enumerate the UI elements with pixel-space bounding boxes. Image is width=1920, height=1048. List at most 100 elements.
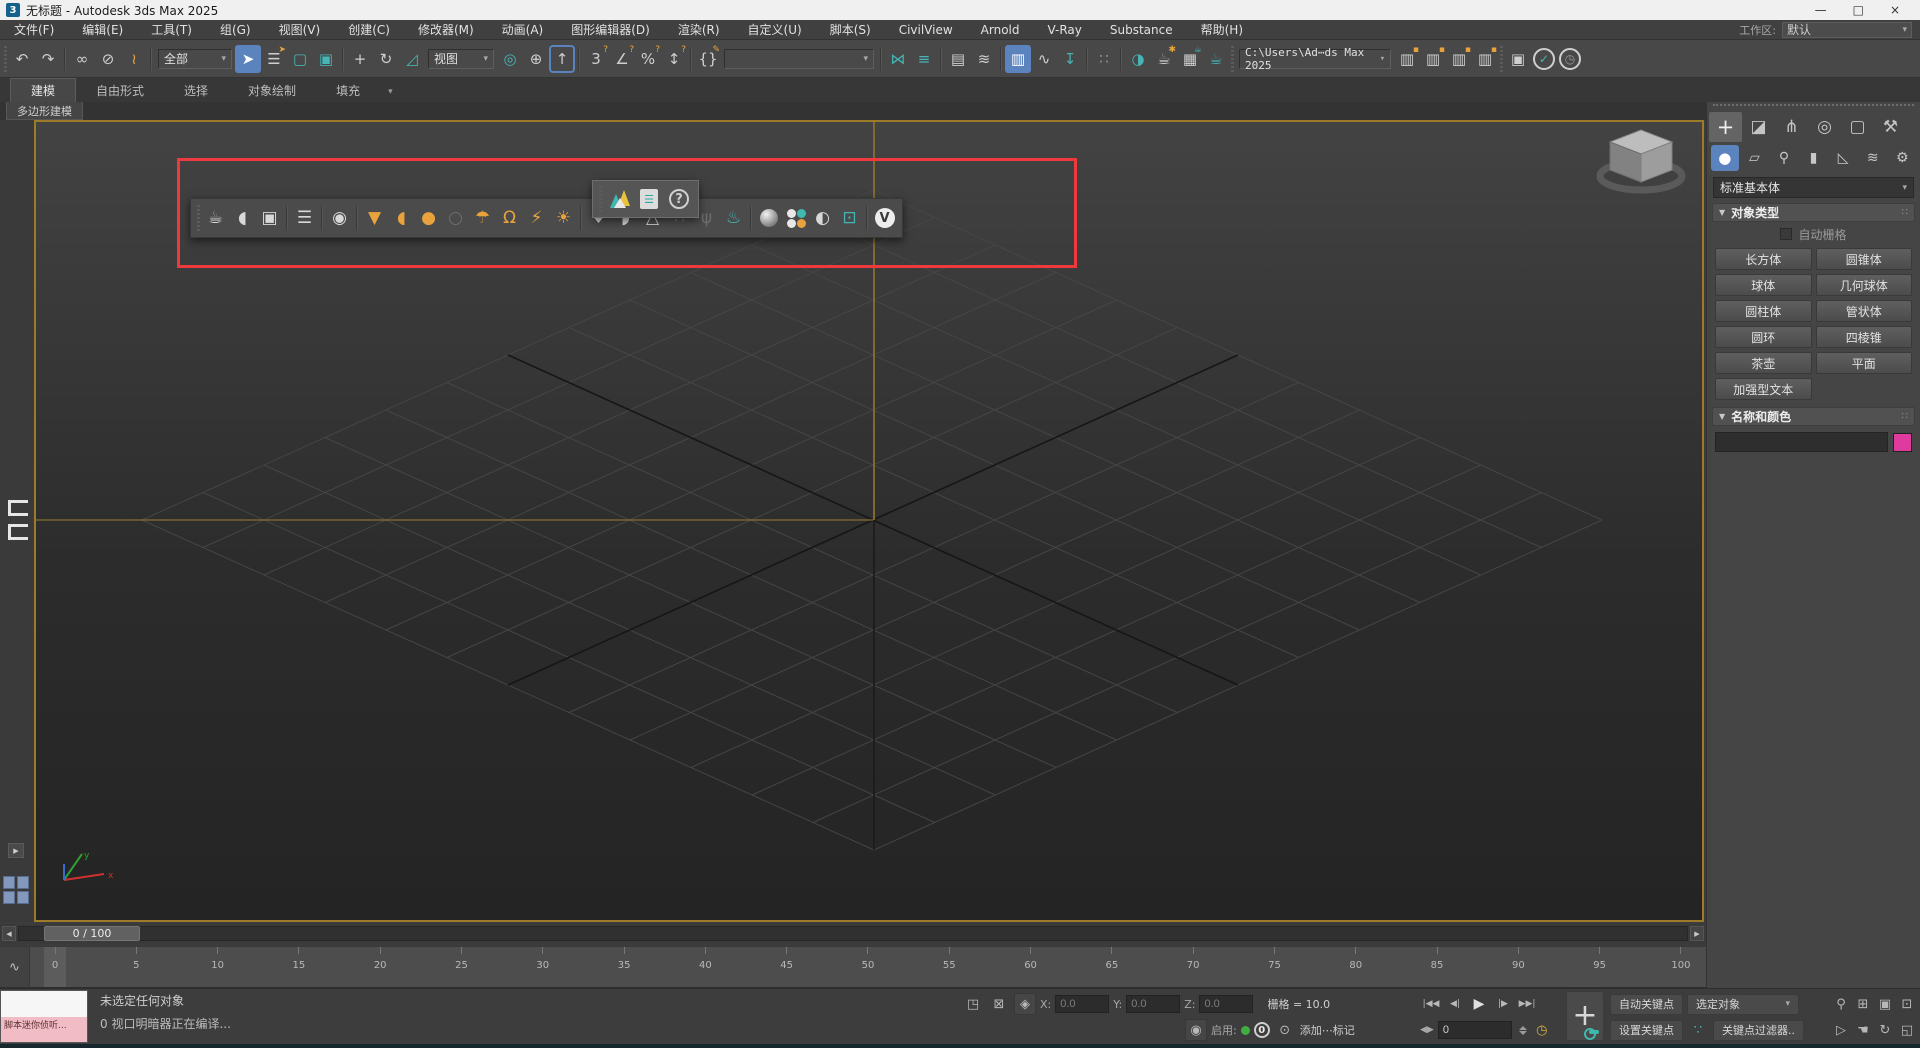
workspace-dropdown[interactable]: 默认 ▾ xyxy=(1782,22,1912,38)
tab-modify[interactable]: ◪ xyxy=(1742,112,1775,142)
menu-item[interactable]: 工具(T) xyxy=(137,20,206,40)
teapot-icon[interactable]: ☕ xyxy=(202,203,229,233)
zoom-all-icon[interactable]: ⊞ xyxy=(1852,993,1874,1015)
spinner-snap-icon[interactable]: ↕? xyxy=(661,45,687,73)
save-file-icon[interactable]: ▣ xyxy=(1505,45,1531,73)
listener-white-pane[interactable] xyxy=(1,991,87,1017)
sun-light-icon[interactable]: ☀ xyxy=(550,203,577,233)
selection-filter-dropdown[interactable]: 全部▾ xyxy=(158,49,232,69)
key-filters-button[interactable]: 关键点过滤器.. xyxy=(1713,1020,1804,1041)
tab-utilities[interactable]: ⚒ xyxy=(1874,112,1907,142)
autogrid-checkbox[interactable] xyxy=(1780,228,1792,240)
project-folder-icon-3[interactable]: ▥▪ xyxy=(1446,45,1472,73)
bind-to-space-warp-icon[interactable]: ≀ xyxy=(121,45,147,73)
ribbon-tab-建模[interactable]: 建模 xyxy=(10,78,76,102)
counter-badge[interactable]: 0 xyxy=(1254,1022,1270,1038)
next-frame-arrow[interactable]: ▶ xyxy=(1690,926,1704,941)
primitive-category-dropdown[interactable]: 标准基本体 ▾ xyxy=(1713,177,1914,198)
render-production-icon[interactable]: ☕ xyxy=(1203,45,1229,73)
rollout-name-color[interactable]: ▼ 名称和颜色 ∷ xyxy=(1712,407,1915,426)
go-to-start-button[interactable]: |◀◀ xyxy=(1420,993,1442,1015)
layer-explorer-icon[interactable]: ▤ xyxy=(945,45,971,73)
maximize-button[interactable]: □ xyxy=(1853,3,1864,17)
primitive-button-圆环[interactable]: 圆环 xyxy=(1715,326,1812,348)
expand-panel-arrow[interactable]: ▶ xyxy=(8,843,24,858)
marker-icon[interactable]: ⊙ xyxy=(1274,1019,1296,1041)
isolate-selection-icon[interactable]: ◳ xyxy=(962,993,984,1015)
primitive-button-四棱锥[interactable]: 四棱锥 xyxy=(1816,326,1913,348)
redo-icon[interactable]: ↷ xyxy=(35,45,61,73)
notes-icon[interactable]: ☰ xyxy=(634,183,664,215)
y-coordinate-field[interactable] xyxy=(1126,995,1180,1013)
minimize-button[interactable]: — xyxy=(1815,3,1827,17)
category-lights[interactable]: ⚲ xyxy=(1770,145,1798,171)
undo-icon[interactable]: ↶ xyxy=(9,45,35,73)
edit-named-selection-sets-icon[interactable]: {}✎ xyxy=(695,45,721,73)
primitive-button-茶壶[interactable]: 茶壶 xyxy=(1715,352,1812,374)
project-folder-path[interactable]: C:\Users\Ad⋯ds Max 2025▾ xyxy=(1239,49,1391,69)
category-geometry[interactable]: ● xyxy=(1711,145,1739,171)
sphere-box-icon[interactable]: ⊡ xyxy=(836,203,863,233)
tab-display[interactable]: ▢ xyxy=(1841,112,1874,142)
toolbar-grip[interactable] xyxy=(1500,46,1503,72)
selection-set-dropdown[interactable]: 选定对象 ▾ xyxy=(1687,994,1799,1015)
cloud-check-icon[interactable]: ✓ xyxy=(1533,48,1555,70)
category-shapes[interactable]: ▱ xyxy=(1741,145,1769,171)
render-flags-icon[interactable]: ∷ xyxy=(1091,45,1117,73)
frame-spinner[interactable] xyxy=(1519,1026,1527,1035)
toolbar-grip[interactable] xyxy=(4,46,7,72)
ribbon-tab-对象绘制[interactable]: 对象绘制 xyxy=(228,79,316,102)
menu-item[interactable]: 帮助(H) xyxy=(1187,20,1257,40)
auto-key-button[interactable]: 自动关键点 xyxy=(1610,994,1683,1015)
named-selection-sets-dropdown[interactable]: ▾ xyxy=(724,49,874,69)
orbit-icon[interactable]: ↻ xyxy=(1874,1019,1896,1041)
list-icon[interactable]: ☰ xyxy=(291,203,318,233)
transform-gizmo-icon[interactable]: ◈ xyxy=(1014,993,1036,1015)
primitive-button-加强型文本[interactable]: 加强型文本 xyxy=(1715,378,1812,400)
select-by-name-icon[interactable]: ☰➤ xyxy=(261,45,287,73)
selection-lock-icon[interactable]: ⊠ xyxy=(988,993,1010,1015)
curve-editor-icon[interactable]: ∿ xyxy=(1031,45,1057,73)
select-and-link-icon[interactable]: ∞ xyxy=(69,45,95,73)
primitive-button-平面[interactable]: 平面 xyxy=(1816,352,1913,374)
current-frame-field[interactable] xyxy=(1438,1021,1512,1039)
category-space-warps[interactable]: ≋ xyxy=(1859,145,1887,171)
previous-frame-button[interactable]: ◀| xyxy=(1444,993,1466,1015)
schematic-view-icon[interactable]: ↧ xyxy=(1057,45,1083,73)
menu-item[interactable]: 组(G) xyxy=(206,20,265,40)
add-marker-label[interactable]: 添加⋯标记 xyxy=(1300,1022,1355,1038)
project-folder-icon-2[interactable]: ▥▪ xyxy=(1420,45,1446,73)
wire-sphere-icon[interactable]: ○ xyxy=(442,203,469,233)
tab-polygon-modeling[interactable]: 多边形建模 xyxy=(6,102,83,120)
menu-item[interactable]: 脚本(S) xyxy=(816,20,885,40)
walkthrough-icon[interactable]: ▷ xyxy=(1830,1019,1852,1041)
rectangular-selection-region-icon[interactable]: ▢ xyxy=(287,45,313,73)
trees-icon[interactable] xyxy=(604,183,634,215)
render-setup-icon[interactable]: ☕✱ xyxy=(1151,45,1177,73)
close-button[interactable]: × xyxy=(1890,3,1900,17)
time-slider-handle[interactable]: 0 / 100 xyxy=(44,926,140,941)
toolbar-grip[interactable] xyxy=(197,205,200,231)
keyboard-shortcut-override-icon[interactable]: ↑ xyxy=(549,45,575,73)
toolbar-grip[interactable] xyxy=(1231,46,1234,72)
align-icon[interactable]: ≡ xyxy=(911,45,937,73)
x-coordinate-field[interactable] xyxy=(1055,995,1109,1013)
time-configuration-icon[interactable]: ◷ xyxy=(1531,1019,1553,1041)
ribbon-tab-选择[interactable]: 选择 xyxy=(164,79,228,102)
category-cameras[interactable]: ▮ xyxy=(1800,145,1828,171)
primitive-button-球体[interactable]: 球体 xyxy=(1715,274,1812,296)
egg-icon[interactable]: ◖ xyxy=(229,203,256,233)
unlink-selection-icon[interactable]: ⊘ xyxy=(95,45,121,73)
menu-item[interactable]: 修改器(M) xyxy=(404,20,488,40)
menu-item[interactable]: 渲染(R) xyxy=(664,20,734,40)
docked-toolbar-handle-icon[interactable] xyxy=(8,524,28,540)
project-folder-icon-1[interactable]: ▥▪ xyxy=(1394,45,1420,73)
maximize-viewport-toggle-icon[interactable]: ◱ xyxy=(1896,1019,1918,1041)
time-slider-track[interactable] xyxy=(18,926,1688,941)
snap-toggle-3d-icon[interactable]: 3? xyxy=(583,45,609,73)
bone-icon[interactable]: ⚡ xyxy=(523,203,550,233)
toggle-scene-explorer-icon[interactable]: ▥ xyxy=(1005,45,1031,73)
toolbar-grip[interactable] xyxy=(599,186,602,212)
view-cube[interactable] xyxy=(1596,124,1686,204)
menu-item[interactable]: 动画(A) xyxy=(488,20,558,40)
